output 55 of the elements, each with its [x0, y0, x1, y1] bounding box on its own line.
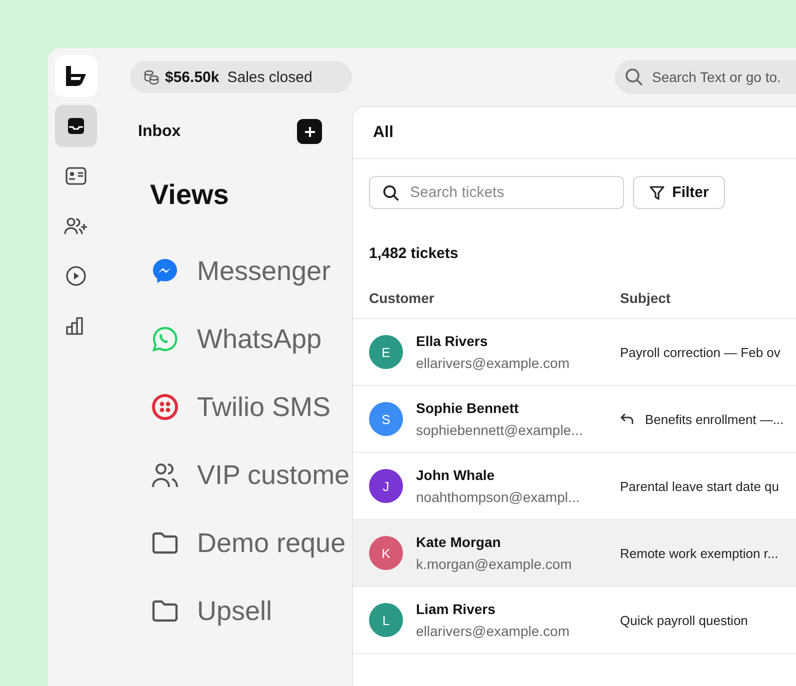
customer-name: John Whale: [416, 467, 496, 483]
column-header: Customer: [369, 290, 436, 306]
global-search-bar[interactable]: Search Text or go to.: [615, 60, 796, 94]
inbox-icon[interactable]: [55, 105, 97, 147]
avatar: L: [369, 603, 403, 637]
ticket-row[interactable]: K Kate Morgan k.morgan@example.com Remote work exemption r...: [353, 520, 796, 587]
ticket-row[interactable]: S Sophie Bennett sophiebennett@example... Benefits enrollment —...: [353, 386, 796, 453]
coins-icon: [143, 69, 159, 85]
logo-icon[interactable]: [55, 55, 97, 97]
funnel-icon: [649, 184, 666, 200]
search-icon: [382, 184, 400, 202]
view-item[interactable]: Demo reque: [197, 528, 346, 558]
ticket-row[interactable]: E Ella Rivers ellarivers@example.com Payroll correction — Feb ov: [353, 319, 796, 386]
customer-name: Ella Rivers: [416, 333, 489, 349]
dots-circle-icon: [151, 393, 179, 421]
customer-name: Liam Rivers: [416, 601, 496, 617]
avatar: S: [369, 402, 403, 436]
column-header: Subject: [620, 290, 671, 306]
view-item[interactable]: WhatsApp: [197, 324, 322, 354]
ticket-subject: Quick payroll question: [620, 612, 748, 628]
phone-bubble-icon: [151, 325, 179, 353]
customer-email: sophiebennett@example...: [416, 422, 583, 438]
view-item[interactable]: Twilio SMS: [197, 392, 331, 422]
plus-icon: [304, 126, 316, 138]
sales-pill[interactable]: $56.50k Sales closed: [130, 61, 352, 93]
ticket-count: 1,482 tickets: [368, 244, 460, 263]
views-heading: Views: [149, 178, 230, 212]
avatar: K: [369, 536, 403, 570]
ticket-row[interactable]: L Liam Rivers ellarivers@example.com Quick payroll question: [353, 587, 796, 654]
ticket-subject: Benefits enrollment —...: [645, 412, 784, 426]
ticket-subject: Remote work exemption r...: [620, 546, 778, 560]
view-item[interactable]: VIP custome: [197, 460, 350, 490]
search-icon: [624, 67, 644, 87]
ticket-subject: Payroll correction — Feb ov: [620, 344, 780, 360]
filter-button[interactable]: Filter: [633, 176, 725, 209]
customer-email: k.morgan@example.com: [416, 556, 572, 572]
customer-email: ellarivers@example.com: [416, 355, 570, 371]
ticket-subject: Parental leave start date qu: [620, 478, 779, 494]
add-button[interactable]: [297, 119, 322, 144]
avatar: J: [369, 469, 403, 503]
customer-name: Sophie Bennett: [416, 400, 520, 416]
search-input[interactable]: Search Text or go to.: [652, 69, 794, 85]
customer-email: noahthompson@exampl...: [416, 489, 580, 505]
sales-amount: $56.50k: [165, 68, 220, 86]
ticket-search-bar[interactable]: Search tickets: [369, 176, 624, 209]
view-item[interactable]: Upsell: [197, 596, 272, 626]
customer-name: Kate Morgan: [416, 534, 502, 550]
panel-title: All: [373, 124, 394, 142]
sales-label: Sales closed: [227, 68, 312, 86]
chat-bubble-icon: [151, 257, 179, 285]
customer-email: ellarivers@example.com: [416, 623, 570, 639]
inbox-title: Inbox: [138, 122, 181, 140]
users-icon: [151, 461, 179, 489]
avatar: E: [369, 335, 403, 369]
view-item[interactable]: Messenger: [197, 256, 331, 286]
